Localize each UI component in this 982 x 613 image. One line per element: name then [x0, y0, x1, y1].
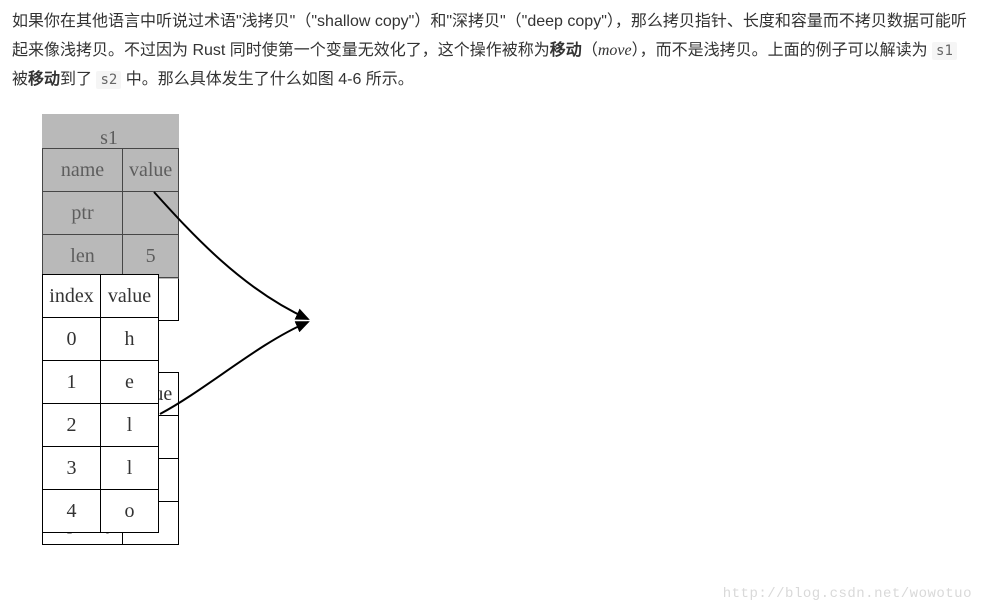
cell-name: len	[43, 235, 123, 278]
arrow-s2-to-data	[160, 322, 308, 414]
data-table: index value 0h 1e 2l 3l 4o	[42, 274, 159, 533]
cell-value: e	[101, 361, 159, 404]
table-row: ptr	[43, 192, 179, 235]
diagram-area: s1 name value ptr len5 capacity5 s2 name…	[42, 114, 742, 574]
table-header-row: index value	[43, 275, 159, 318]
cell-index: 1	[43, 361, 101, 404]
moved-bold: 移动	[28, 71, 60, 88]
table-header-row: name value	[43, 149, 179, 192]
watermark: http://blog.csdn.net/wowotuo	[723, 582, 972, 607]
cell-index: 0	[43, 318, 101, 361]
cell-index: 2	[43, 404, 101, 447]
table-row: 2l	[43, 404, 159, 447]
text-segment: 被	[12, 71, 28, 88]
header-index: index	[43, 275, 101, 318]
table-row: 4o	[43, 490, 159, 533]
cell-value: l	[101, 404, 159, 447]
table-row: 0h	[43, 318, 159, 361]
text-segment: 到了	[60, 71, 96, 88]
code-s2: s2	[96, 71, 121, 89]
text-segment: 中。那么具体发生了什么如图 4-6 所示。	[121, 71, 413, 88]
table-row: 3l	[43, 447, 159, 490]
cell-index: 4	[43, 490, 101, 533]
text-segment: ），而不是浅拷贝。上面的例子可以解读为	[632, 42, 932, 59]
cell-value: o	[101, 490, 159, 533]
explanation-paragraph: 如果你在其他语言中听说过术语"浅拷贝"（"shallow copy"）和"深拷贝…	[12, 8, 970, 94]
header-name: name	[43, 149, 123, 192]
cell-name: ptr	[43, 192, 123, 235]
table-row: 1e	[43, 361, 159, 404]
move-bold: 移动	[550, 42, 582, 59]
code-s1: s1	[932, 42, 957, 60]
header-value: value	[101, 275, 159, 318]
cell-value	[123, 192, 179, 235]
table-row: len5	[43, 235, 179, 278]
text-segment: （	[582, 42, 598, 59]
move-italic: move	[598, 42, 632, 59]
cell-value: l	[101, 447, 159, 490]
cell-value: h	[101, 318, 159, 361]
cell-index: 3	[43, 447, 101, 490]
cell-value: 5	[123, 235, 179, 278]
header-value: value	[123, 149, 179, 192]
